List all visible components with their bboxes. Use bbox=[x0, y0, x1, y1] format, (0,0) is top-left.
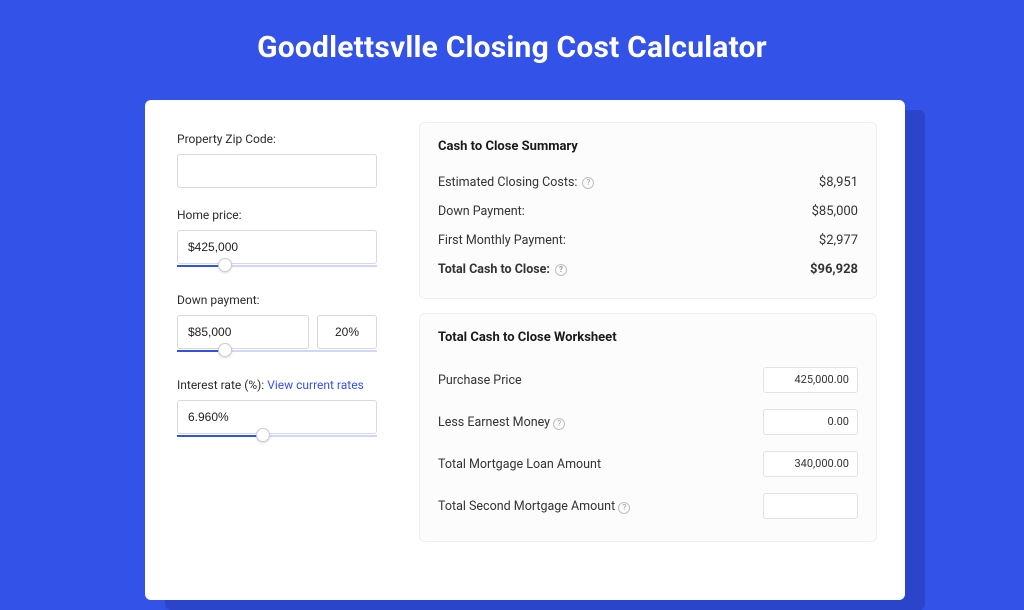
rate-label: Interest rate (%): View current rates bbox=[177, 378, 377, 392]
zip-input[interactable] bbox=[177, 154, 377, 188]
summary-total-value: $96,928 bbox=[810, 262, 858, 277]
results-column: Cash to Close Summary Estimated Closing … bbox=[395, 100, 905, 600]
summary-row-value: $2,977 bbox=[819, 233, 858, 248]
summary-row: Down Payment: $85,000 bbox=[438, 197, 858, 226]
help-icon[interactable]: ? bbox=[582, 177, 594, 189]
worksheet-row-value[interactable]: 340,000.00 bbox=[763, 451, 858, 477]
summary-total-label: Total Cash to Close: bbox=[438, 262, 550, 277]
worksheet-panel: Total Cash to Close Worksheet Purchase P… bbox=[419, 313, 877, 542]
worksheet-row-value[interactable] bbox=[763, 493, 858, 519]
page-title: Goodlettsvlle Closing Cost Calculator bbox=[0, 0, 1024, 91]
worksheet-row-label: Total Mortgage Loan Amount bbox=[438, 457, 601, 472]
summary-total-row: Total Cash to Close: ? $96,928 bbox=[438, 255, 858, 284]
rate-input[interactable] bbox=[177, 400, 377, 434]
summary-row-label: First Monthly Payment: bbox=[438, 233, 566, 248]
worksheet-row-label: Less Earnest Money bbox=[438, 415, 550, 430]
down-label: Down payment: bbox=[177, 293, 377, 307]
field-zip: Property Zip Code: bbox=[177, 132, 377, 188]
worksheet-row-label: Purchase Price bbox=[438, 373, 522, 388]
summary-row-value: $85,000 bbox=[812, 204, 858, 219]
summary-row: First Monthly Payment: $2,977 bbox=[438, 226, 858, 255]
down-pct-input[interactable] bbox=[317, 315, 377, 349]
price-label: Home price: bbox=[177, 208, 377, 222]
worksheet-row: Total Mortgage Loan Amount 340,000.00 bbox=[438, 443, 858, 485]
worksheet-row: Purchase Price 425,000.00 bbox=[438, 359, 858, 401]
field-price: Home price: bbox=[177, 208, 377, 273]
help-icon[interactable]: ? bbox=[553, 418, 565, 430]
worksheet-row-label: Total Second Mortgage Amount bbox=[438, 499, 615, 514]
calculator-card: Property Zip Code: Home price: Down paym… bbox=[145, 100, 905, 600]
view-rates-link[interactable]: View current rates bbox=[267, 378, 364, 392]
field-rate: Interest rate (%): View current rates bbox=[177, 378, 377, 443]
zip-label: Property Zip Code: bbox=[177, 132, 377, 146]
inputs-column: Property Zip Code: Home price: Down paym… bbox=[145, 100, 395, 600]
slider-thumb[interactable] bbox=[218, 258, 232, 272]
price-slider[interactable] bbox=[177, 263, 377, 273]
slider-thumb[interactable] bbox=[218, 343, 232, 357]
down-input[interactable] bbox=[177, 315, 309, 349]
rate-slider[interactable] bbox=[177, 433, 377, 443]
rate-label-text: Interest rate (%): bbox=[177, 378, 264, 392]
worksheet-row-value[interactable]: 425,000.00 bbox=[763, 367, 858, 393]
worksheet-row: Total Second Mortgage Amount ? bbox=[438, 485, 858, 527]
summary-title: Cash to Close Summary bbox=[438, 139, 858, 154]
summary-row-label: Estimated Closing Costs: bbox=[438, 175, 577, 190]
summary-panel: Cash to Close Summary Estimated Closing … bbox=[419, 122, 877, 299]
worksheet-row: Less Earnest Money ? 0.00 bbox=[438, 401, 858, 443]
price-input[interactable] bbox=[177, 230, 377, 264]
worksheet-title: Total Cash to Close Worksheet bbox=[438, 330, 858, 345]
field-down: Down payment: bbox=[177, 293, 377, 358]
slider-fill bbox=[177, 435, 263, 437]
summary-row: Estimated Closing Costs: ? $8,951 bbox=[438, 168, 858, 197]
worksheet-row-value[interactable]: 0.00 bbox=[763, 409, 858, 435]
help-icon[interactable]: ? bbox=[555, 264, 567, 276]
summary-row-label: Down Payment: bbox=[438, 204, 525, 219]
down-slider[interactable] bbox=[177, 348, 377, 358]
summary-row-value: $8,951 bbox=[819, 175, 858, 190]
slider-thumb[interactable] bbox=[256, 428, 270, 442]
